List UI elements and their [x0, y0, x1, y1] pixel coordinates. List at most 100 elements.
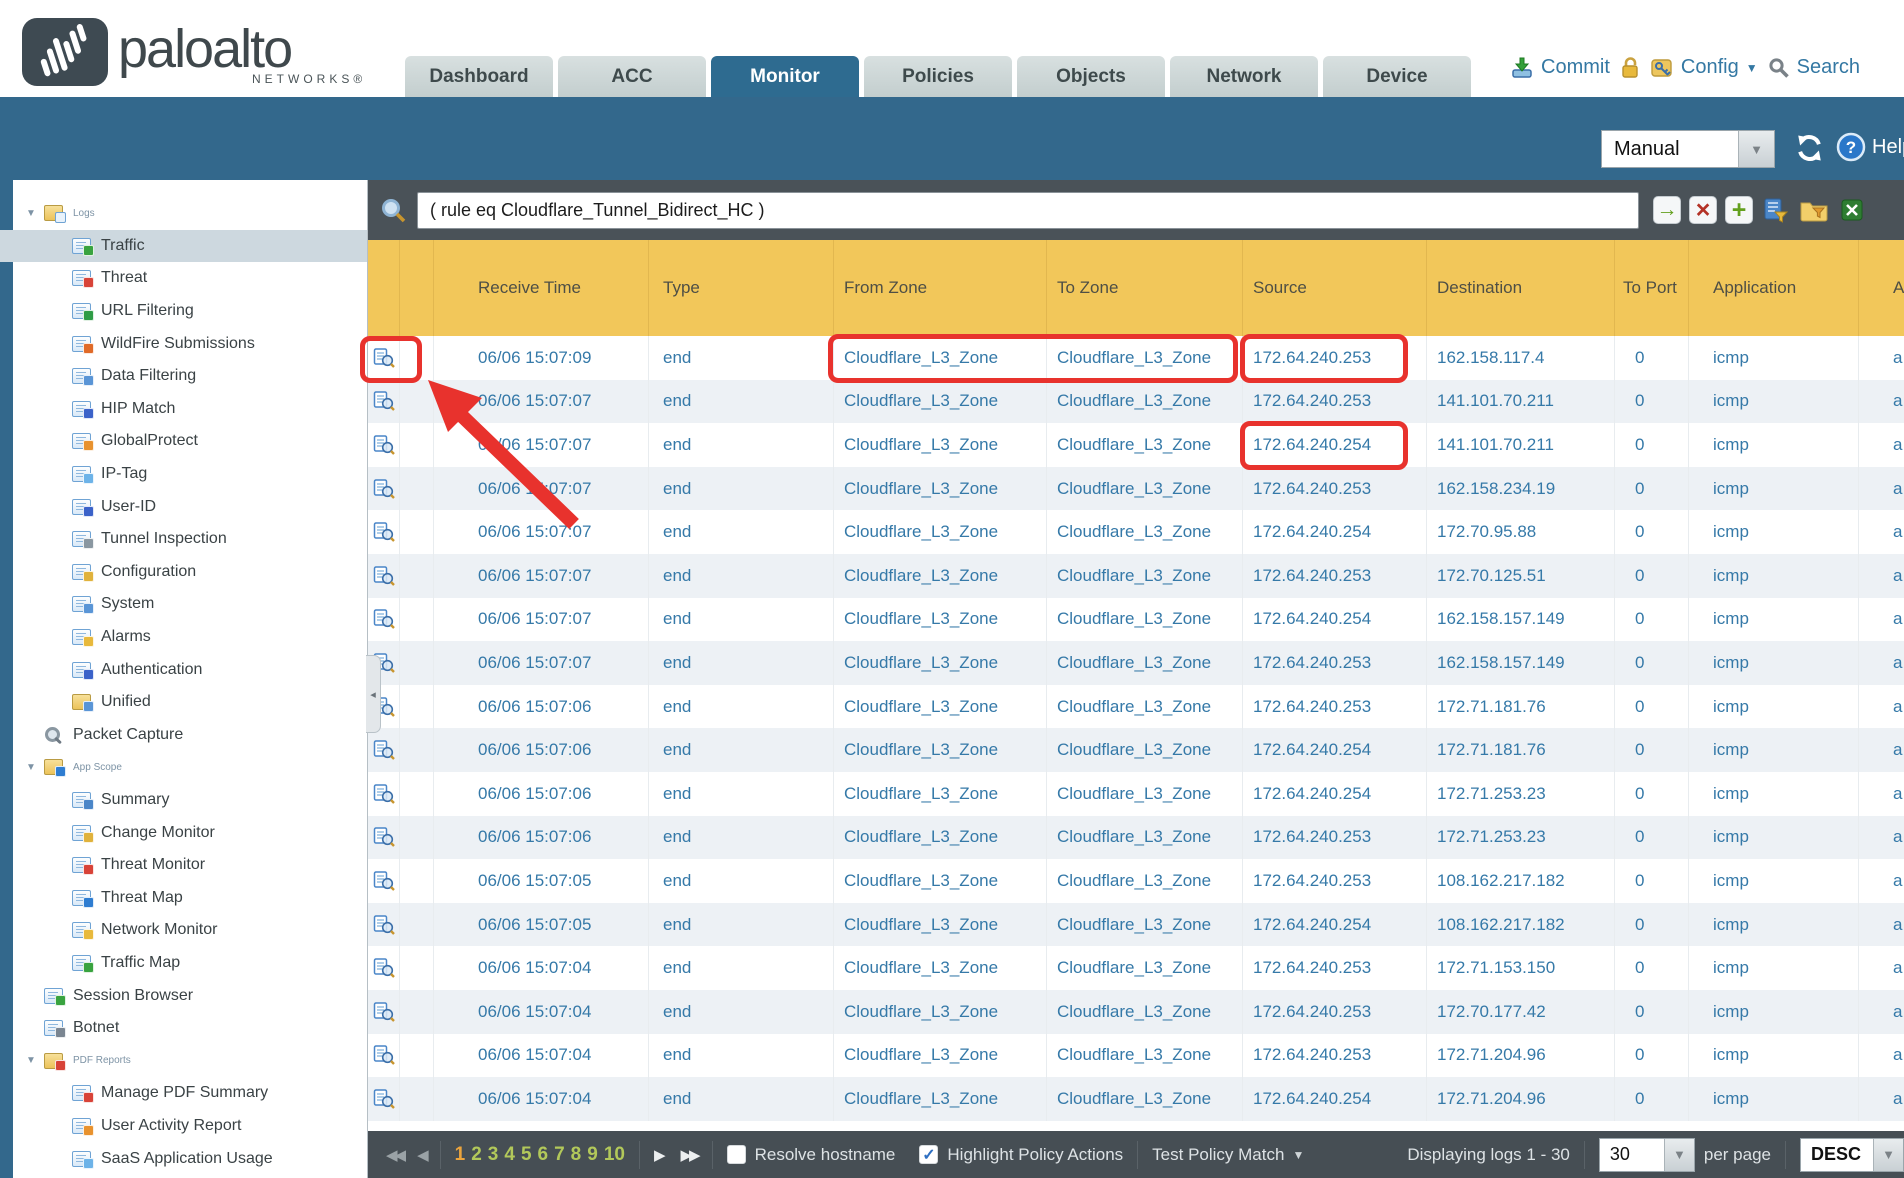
from-zone-cell[interactable]: Cloudflare_L3_Zone — [834, 467, 1047, 511]
lock-icon[interactable] — [1620, 56, 1641, 79]
destination-cell[interactable]: 172.70.177.42 — [1427, 990, 1615, 1034]
log-detail-button[interactable] — [368, 772, 400, 816]
help-button[interactable]: ? Help — [1836, 132, 1904, 162]
log-detail-button[interactable] — [368, 510, 400, 554]
to-port-cell[interactable]: 0 — [1615, 859, 1689, 903]
application-cell[interactable]: icmp — [1689, 816, 1859, 860]
page-number[interactable]: 1 — [455, 1144, 466, 1166]
source-cell[interactable]: 172.64.240.253 — [1243, 554, 1427, 598]
source-cell[interactable]: 172.64.240.253 — [1243, 946, 1427, 990]
page-number[interactable]: 3 — [488, 1144, 499, 1166]
from-zone-cell[interactable]: Cloudflare_L3_Zone — [834, 554, 1047, 598]
to-port-cell[interactable]: 0 — [1615, 510, 1689, 554]
action-cell[interactable]: a — [1859, 1034, 1904, 1078]
to-zone-cell[interactable]: Cloudflare_L3_Zone — [1047, 1077, 1243, 1121]
page-number[interactable]: 2 — [471, 1144, 482, 1166]
to-port-cell[interactable]: 0 — [1615, 423, 1689, 467]
application-cell[interactable]: icmp — [1689, 859, 1859, 903]
sidebar-item-manage-pdf-summary[interactable]: ▼ Manage PDF Summary — [0, 1077, 367, 1110]
from-zone-cell[interactable]: Cloudflare_L3_Zone — [834, 1077, 1047, 1121]
source-cell[interactable]: 172.64.240.254 — [1243, 598, 1427, 642]
sidebar-item-network-monitor[interactable]: ▼ Network Monitor — [0, 914, 367, 947]
column-header[interactable]: Source — [1243, 240, 1427, 336]
application-cell[interactable]: icmp — [1689, 467, 1859, 511]
from-zone-cell[interactable]: Cloudflare_L3_Zone — [834, 816, 1047, 860]
sidebar-item-wildfire-submissions[interactable]: ▼ WildFire Submissions — [0, 327, 367, 360]
to-zone-cell[interactable]: Cloudflare_L3_Zone — [1047, 467, 1243, 511]
destination-cell[interactable]: 172.71.181.76 — [1427, 685, 1615, 729]
commit-button[interactable]: Commit — [1510, 56, 1610, 79]
from-zone-cell[interactable]: Cloudflare_L3_Zone — [834, 685, 1047, 729]
action-cell[interactable]: a — [1859, 728, 1904, 772]
sidebar-item-app-scope[interactable]: ▼ App Scope — [0, 751, 26, 784]
refresh-mode-select[interactable]: Manual ▼ — [1601, 130, 1775, 168]
resolve-hostname-checkbox[interactable] — [727, 1145, 746, 1164]
to-port-cell[interactable]: 0 — [1615, 1034, 1689, 1078]
sidebar-item-unified[interactable]: ▼ Unified — [0, 686, 367, 719]
column-header[interactable]: To Port — [1615, 240, 1689, 336]
application-cell[interactable]: icmp — [1689, 903, 1859, 947]
action-cell[interactable]: a — [1859, 641, 1904, 685]
sort-order-select[interactable]: DESC ▼ — [1800, 1138, 1904, 1172]
page-number[interactable]: 5 — [521, 1144, 532, 1166]
prev-page-button[interactable]: ◀ — [417, 1146, 426, 1164]
destination-cell[interactable]: 162.158.117.4 — [1427, 336, 1615, 380]
page-size-dropdown-icon[interactable]: ▼ — [1664, 1139, 1694, 1171]
page-size-select[interactable]: 30 ▼ — [1599, 1138, 1695, 1172]
application-cell[interactable]: icmp — [1689, 990, 1859, 1034]
application-cell[interactable]: icmp — [1689, 1034, 1859, 1078]
to-port-cell[interactable]: 0 — [1615, 816, 1689, 860]
source-cell[interactable]: 172.64.240.253 — [1243, 641, 1427, 685]
log-detail-button[interactable] — [368, 728, 400, 772]
sidebar-item-pdf-reports[interactable]: ▼ PDF Reports — [0, 1044, 26, 1077]
sidebar-item-ip-tag[interactable]: ▼ IP-Tag — [0, 458, 367, 491]
source-cell[interactable]: 172.64.240.253 — [1243, 859, 1427, 903]
sidebar-item-tunnel-inspection[interactable]: ▼ Tunnel Inspection — [0, 523, 367, 556]
from-zone-cell[interactable]: Cloudflare_L3_Zone — [834, 641, 1047, 685]
tab-dashboard[interactable]: Dashboard — [405, 56, 553, 97]
to-zone-cell[interactable]: Cloudflare_L3_Zone — [1047, 423, 1243, 467]
to-port-cell[interactable]: 0 — [1615, 598, 1689, 642]
page-number[interactable]: 9 — [587, 1144, 598, 1166]
to-zone-cell[interactable]: Cloudflare_L3_Zone — [1047, 990, 1243, 1034]
source-cell[interactable]: 172.64.240.254 — [1243, 1077, 1427, 1121]
next-page-button[interactable]: ▶ — [654, 1146, 663, 1164]
column-header[interactable]: A — [1859, 240, 1904, 336]
tab-network[interactable]: Network — [1170, 56, 1318, 97]
destination-cell[interactable]: 172.70.125.51 — [1427, 554, 1615, 598]
log-detail-button[interactable] — [368, 598, 400, 642]
clear-filter-button[interactable]: × — [1689, 196, 1717, 224]
log-detail-button[interactable] — [368, 467, 400, 511]
highlight-policy-actions-checkbox[interactable]: ✓ — [919, 1145, 938, 1164]
tab-device[interactable]: Device — [1323, 56, 1471, 97]
action-cell[interactable]: a — [1859, 380, 1904, 424]
application-cell[interactable]: icmp — [1689, 1077, 1859, 1121]
to-zone-cell[interactable]: Cloudflare_L3_Zone — [1047, 1034, 1243, 1078]
sidebar-item-threat[interactable]: ▼ Threat — [0, 262, 367, 295]
source-cell[interactable]: 172.64.240.254 — [1243, 903, 1427, 947]
source-cell[interactable]: 172.64.240.253 — [1243, 380, 1427, 424]
from-zone-cell[interactable]: Cloudflare_L3_Zone — [834, 598, 1047, 642]
log-detail-button[interactable] — [368, 380, 400, 424]
to-zone-cell[interactable]: Cloudflare_L3_Zone — [1047, 380, 1243, 424]
sidebar-item-user-activity-report[interactable]: ▼ User Activity Report — [0, 1110, 367, 1143]
add-filter-button[interactable]: + — [1725, 196, 1753, 224]
destination-cell[interactable]: 162.158.157.149 — [1427, 641, 1615, 685]
from-zone-cell[interactable]: Cloudflare_L3_Zone — [834, 380, 1047, 424]
expander-icon[interactable]: ▼ — [26, 1055, 44, 1066]
destination-cell[interactable]: 162.158.157.149 — [1427, 598, 1615, 642]
apply-filter-button[interactable]: → — [1653, 196, 1681, 224]
destination-cell[interactable]: 172.71.253.23 — [1427, 772, 1615, 816]
sidebar-item-packet-capture[interactable]: ▼ Packet Capture — [0, 719, 367, 752]
source-cell[interactable]: 172.64.240.253 — [1243, 467, 1427, 511]
column-header[interactable]: Type — [649, 240, 834, 336]
action-cell[interactable]: a — [1859, 336, 1904, 380]
source-cell[interactable]: 172.64.240.253 — [1243, 1034, 1427, 1078]
sidebar-item-hip-match[interactable]: ▼ HIP Match — [0, 393, 367, 426]
source-cell[interactable]: 172.64.240.254 — [1243, 728, 1427, 772]
application-cell[interactable]: icmp — [1689, 336, 1859, 380]
action-cell[interactable]: a — [1859, 859, 1904, 903]
sort-order-dropdown-icon[interactable]: ▼ — [1873, 1139, 1903, 1171]
to-port-cell[interactable]: 0 — [1615, 946, 1689, 990]
action-cell[interactable]: a — [1859, 423, 1904, 467]
